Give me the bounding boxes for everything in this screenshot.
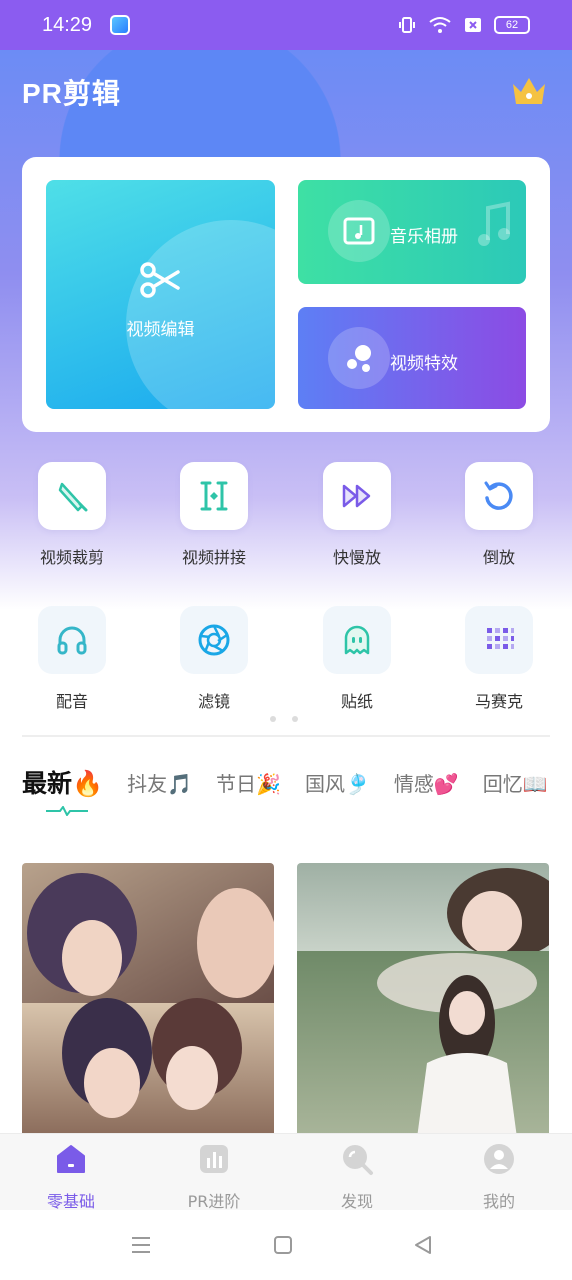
music-album-tile[interactable]: 音乐相册	[298, 180, 526, 284]
vibrate-icon	[399, 17, 415, 33]
tool-icon-box	[465, 462, 533, 530]
nav-label: 零基础	[46, 1192, 95, 1211]
fast-forward-icon	[342, 484, 371, 508]
video-effect-tile[interactable]: 视频特效	[298, 307, 526, 409]
tool-dubbing[interactable]: 配音	[17, 606, 127, 712]
tool-mosaic[interactable]: 马赛克	[444, 606, 554, 712]
music-album-label: 音乐相册	[390, 227, 458, 247]
tab-indicator	[46, 806, 88, 816]
pager-dot	[270, 716, 276, 722]
tool-icon-box	[323, 462, 391, 530]
feature-card: 视频编辑 音乐相册 视频特效	[22, 157, 550, 432]
pager-dots	[270, 716, 298, 722]
bottom-nav: 零基础 PR进阶 发现 我的	[0, 1133, 572, 1212]
tab-memory[interactable]: 回忆📖	[483, 768, 548, 797]
battery-icon: 62	[494, 16, 530, 34]
tab-latest[interactable]: 最新🔥	[22, 764, 103, 800]
nav-advanced[interactable]: PR进阶	[159, 1142, 269, 1212]
home-button-icon[interactable]	[272, 1234, 294, 1256]
nav-profile[interactable]: 我的	[444, 1142, 554, 1212]
video-edit-tile[interactable]: 视频编辑	[46, 180, 275, 409]
vip-crown-icon[interactable]	[510, 74, 548, 108]
tool-label: 贴纸	[340, 692, 373, 711]
tool-sticker[interactable]: 贴纸	[302, 606, 412, 712]
category-tabs: 最新🔥 抖友🎵 节日🎉 国风🎐 情感💕 回忆📖	[22, 764, 572, 800]
tool-icon-box	[180, 462, 248, 530]
discover-icon	[343, 1145, 373, 1175]
nav-label: 我的	[482, 1192, 515, 1211]
tool-label: 马赛克	[474, 692, 523, 711]
music-note-decoration-icon	[478, 201, 510, 246]
divider	[22, 735, 550, 737]
tab-emotion[interactable]: 情感💕	[394, 768, 459, 797]
app-title: PR剪辑	[22, 78, 121, 109]
tool-speed[interactable]: 快慢放	[302, 462, 412, 568]
mosaic-icon	[487, 628, 514, 649]
scissors-icon	[140, 262, 180, 298]
tool-label: 倒放	[482, 548, 515, 567]
tool-icon-box	[180, 606, 248, 674]
profile-icon	[484, 1144, 514, 1174]
tool-label: 视频拼接	[181, 548, 246, 567]
no-sim-icon	[465, 18, 481, 32]
music-album-icon	[343, 217, 375, 245]
template-card[interactable]	[22, 863, 274, 1138]
tab-douyin[interactable]: 抖友🎵	[127, 768, 192, 797]
tool-video-splice[interactable]: 视频拼接	[159, 462, 269, 568]
bubbles-icon	[347, 345, 371, 372]
nav-label: PR进阶	[187, 1192, 241, 1211]
knife-icon	[58, 482, 88, 512]
headphones-icon	[57, 626, 87, 655]
tool-label: 滤镜	[197, 692, 230, 711]
tool-label: 视频裁剪	[39, 548, 104, 567]
status-bar: 14:29 62	[0, 0, 572, 50]
tool-label: 配音	[55, 692, 88, 711]
wifi-icon	[429, 17, 451, 33]
tab-festival[interactable]: 节日🎉	[216, 768, 281, 797]
template-thumbnail	[22, 863, 274, 1138]
splice-icon	[200, 481, 228, 511]
tool-icon-box	[38, 462, 106, 530]
chart-icon	[200, 1145, 228, 1173]
video-effect-label: 视频特效	[390, 354, 458, 374]
rewind-icon	[484, 481, 513, 510]
system-nav-bar	[0, 1210, 572, 1280]
tool-icon-box	[38, 606, 106, 674]
template-card[interactable]	[297, 863, 549, 1138]
nav-basics[interactable]: 零基础	[16, 1142, 126, 1212]
video-edit-label: 视频编辑	[126, 320, 195, 340]
menu-icon[interactable]	[130, 1234, 152, 1256]
tool-video-crop[interactable]: 视频裁剪	[17, 462, 127, 568]
pager-dot	[292, 716, 298, 722]
status-time: 14:29	[42, 13, 93, 36]
tool-reverse[interactable]: 倒放	[444, 462, 554, 568]
back-icon[interactable]	[412, 1234, 434, 1256]
status-icons: 62	[398, 16, 530, 34]
ghost-icon	[344, 625, 370, 655]
nav-label: 发现	[340, 1192, 373, 1211]
home-icon	[57, 1145, 85, 1173]
tool-label: 快慢放	[332, 548, 381, 567]
aperture-icon	[198, 624, 230, 656]
app-notification-icon	[110, 15, 131, 35]
tab-chinese-style[interactable]: 国风🎐	[305, 768, 370, 797]
tool-icon-box	[465, 606, 533, 674]
tool-icon-box	[323, 606, 391, 674]
tool-filter[interactable]: 滤镜	[159, 606, 269, 712]
nav-discover[interactable]: 发现	[302, 1142, 412, 1212]
template-thumbnail	[297, 863, 549, 1138]
